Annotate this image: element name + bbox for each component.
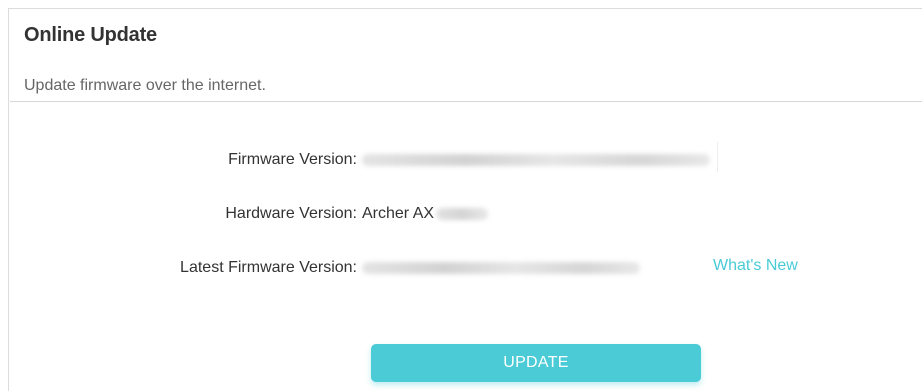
- value-separator: [717, 142, 718, 172]
- redacted-firmware-version: [362, 153, 710, 166]
- firmware-version-row: Firmware Version:: [9, 149, 922, 171]
- redacted-latest-firmware-version: [362, 261, 640, 274]
- section-description: Update firmware over the internet.: [24, 77, 266, 94]
- latest-firmware-version-row: Latest Firmware Version:: [9, 257, 709, 279]
- firmware-version-label: Firmware Version:: [228, 151, 357, 168]
- section-divider: [10, 101, 922, 102]
- latest-firmware-version-label: Latest Firmware Version:: [180, 259, 357, 276]
- hardware-version-value: Archer AX: [362, 203, 489, 225]
- latest-firmware-version-value: [362, 257, 640, 279]
- online-update-panel: Online Update Update firmware over the i…: [8, 8, 922, 391]
- whats-new-link[interactable]: What's New: [713, 257, 798, 275]
- update-button[interactable]: UPDATE: [371, 344, 701, 382]
- hardware-model-text: Archer AX: [362, 205, 435, 222]
- hardware-version-row: Hardware Version: Archer AX: [9, 203, 922, 225]
- firmware-version-value: [362, 149, 710, 171]
- redacted-hardware-suffix: [436, 207, 489, 220]
- section-title: Online Update: [24, 24, 157, 46]
- hardware-version-label: Hardware Version:: [225, 205, 357, 222]
